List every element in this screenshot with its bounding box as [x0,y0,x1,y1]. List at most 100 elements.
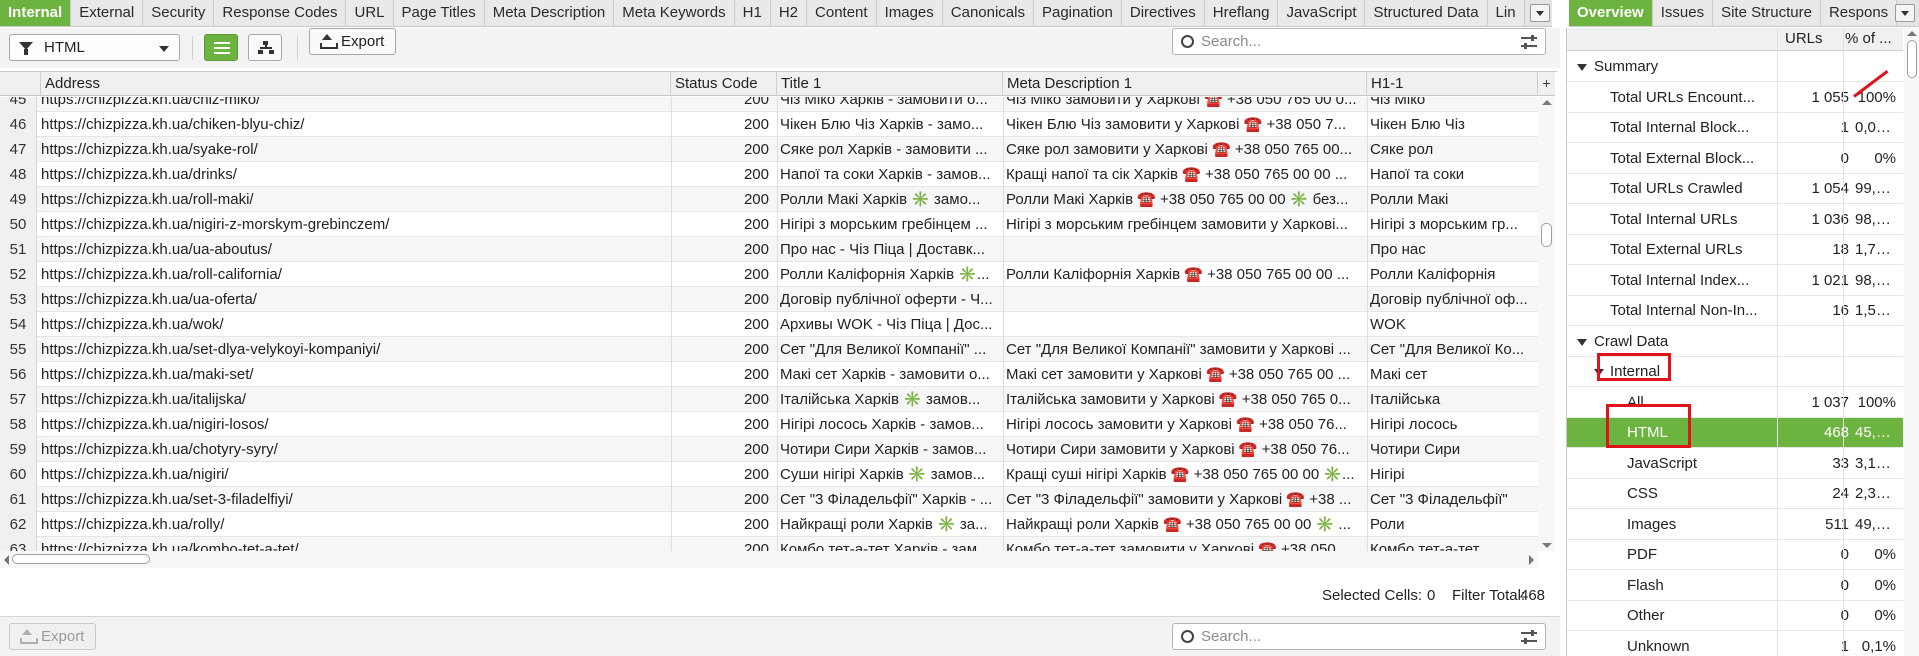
list-view-button[interactable] [204,34,238,61]
column-header-percent[interactable]: % of ... [1845,30,1892,47]
table-row[interactable]: 62 https://chizpizza.kh.ua/rolly/200 Найкр… [0,512,1538,537]
tab-directives[interactable]: Directives [1121,0,1205,26]
overview-row-crawl-data[interactable]: Crawl Data [1567,327,1903,357]
table-row[interactable]: 48 https://chizpizza.kh.ua/drinks/200 Напо… [0,162,1538,187]
overview-row-total-internal-index[interactable]: Total Internal Index... 1 021 98,46% [1567,266,1903,296]
tab-lin[interactable]: Lin [1487,0,1525,26]
side-tab-issues[interactable]: Issues [1652,0,1714,26]
more-tabs-dropdown[interactable] [1530,4,1550,22]
overview-row-javascript[interactable]: JavaScript 33 3,18% [1567,449,1903,479]
side-more-tabs-dropdown[interactable] [1895,4,1915,22]
tab-images[interactable]: Images [876,0,943,26]
tab-url[interactable]: URL [346,0,394,26]
column-header-h1[interactable]: H1-1 [1367,72,1538,96]
table-row[interactable]: 57 https://chizpizza.kh.ua/italijska/200 І… [0,387,1538,412]
search-options-icon[interactable] [1521,630,1537,644]
search-input[interactable] [1201,32,1503,51]
tab-hreflang[interactable]: Hreflang [1204,0,1279,26]
column-header-status-code[interactable]: Status Code [671,72,777,96]
tab-security[interactable]: Security [143,0,215,26]
cell-address: https://chizpizza.kh.ua/roll-california/ [41,266,282,283]
bottom-search-box[interactable] [1172,623,1546,650]
table-row[interactable]: 56 https://chizpizza.kh.ua/maki-set/200 Ма… [0,362,1538,387]
tab-meta-keywords[interactable]: Meta Keywords [614,0,735,26]
tab-canonicals[interactable]: Canonicals [942,0,1034,26]
tab-response-codes[interactable]: Response Codes [214,0,347,26]
overview-row-total-external-block[interactable]: Total External Block... 0 0% [1567,144,1903,174]
overview-row-unknown[interactable]: Unknown 1 0,1% [1567,632,1903,656]
scroll-left-icon[interactable] [4,555,9,565]
search-box[interactable] [1172,28,1546,55]
scroll-right-icon[interactable] [1529,555,1534,565]
side-tab-overview[interactable]: Overview [1569,0,1653,26]
table-row[interactable]: 45 https://chizpizza.kh.ua/chiz-miko/200 Ч… [0,97,1538,112]
overview-row-all[interactable]: All 1 037 100% [1567,388,1903,418]
table-row[interactable]: 47 https://chizpizza.kh.ua/syake-rol/200 С… [0,137,1538,162]
add-column-button[interactable]: + [1538,72,1555,96]
table-row[interactable]: 63 https://chizpizza.kh.ua/kombo-tet-a-te… [0,537,1538,551]
side-tab-site-structure[interactable]: Site Structure [1713,0,1821,26]
table-row[interactable]: 61 https://chizpizza.kh.ua/set-3-filadelf… [0,487,1538,512]
bottom-search-input[interactable] [1201,627,1503,646]
tab-content[interactable]: Content [807,0,877,26]
scroll-thumb[interactable] [1907,40,1917,78]
column-header-meta-description[interactable]: Meta Description 1 [1003,72,1367,96]
tab-page-titles[interactable]: Page Titles [393,0,485,26]
tab-pagination[interactable]: Pagination [1033,0,1122,26]
table-row[interactable]: 46 https://chizpizza.kh.ua/chiken-blyu-ch… [0,112,1538,137]
tab-h1[interactable]: H1 [734,0,771,26]
scroll-up-icon[interactable] [1907,31,1917,36]
overview-row-total-urls-crawled[interactable]: Total URLs Crawled 1 054 99,91% [1567,174,1903,204]
scroll-thumb[interactable] [1541,223,1552,247]
overview-row-internal[interactable]: Internal [1567,357,1903,387]
horizontal-scroll-thumb[interactable] [12,554,150,564]
table-horizontal-scrollbar[interactable] [0,551,1538,568]
table-row[interactable]: 51 https://chizpizza.kh.ua/ua-aboutus/200… [0,237,1538,262]
cell-title: Чіз Міко Харків - замовити о... [780,97,988,108]
expand-triangle-icon[interactable] [1577,338,1587,346]
filter-dropdown[interactable]: HTML [9,34,180,61]
overview-row-flash[interactable]: Flash 0 0% [1567,571,1903,601]
table-row[interactable]: 59 https://chizpizza.kh.ua/chotyry-syry/2… [0,437,1538,462]
export-button[interactable]: Export [309,28,396,55]
table-row[interactable]: 50 https://chizpizza.kh.ua/nigiri-z-morsk… [0,212,1538,237]
table-row[interactable]: 49 https://chizpizza.kh.ua/roll-maki/200 Р… [0,187,1538,212]
expand-triangle-icon[interactable] [1594,369,1604,376]
overview-row-images[interactable]: Images51149,28% [1567,510,1903,540]
tab-h2[interactable]: H2 [770,0,808,26]
overview-row-css[interactable]: CSS 24 2,31% [1567,479,1903,509]
tab-internal[interactable]: Internal [0,0,72,26]
expand-triangle-icon[interactable] [1577,64,1587,71]
tab-external[interactable]: External [71,0,144,26]
bottom-export-button[interactable]: Export [9,623,96,650]
table-body: 45 https://chizpizza.kh.ua/chiz-miko/200 Ч… [0,97,1538,551]
overview-row-html[interactable]: HTML46845,13% [1567,418,1903,448]
scroll-up-icon[interactable] [1542,100,1552,105]
table-row[interactable]: 52 https://chizpizza.kh.ua/roll-californi… [0,262,1538,287]
overview-row-total-internal-non-in[interactable]: Total Internal Non-In... 16 1,54% [1567,296,1903,326]
search-options-icon[interactable] [1521,35,1537,49]
table-row[interactable]: 53 https://chizpizza.kh.ua/ua-oferta/200 Д… [0,287,1538,312]
table-vertical-scrollbar[interactable] [1538,97,1555,551]
column-header-title[interactable]: Title 1 [777,72,1003,96]
tab-structured-data[interactable]: Structured Data [1365,0,1488,26]
side-tab-respons[interactable]: Respons [1820,0,1898,26]
overview-row-total-urls-encount[interactable]: Total URLs Encount... 1 055 100% [1567,83,1903,113]
table-row[interactable]: 55 https://chizpizza.kh.ua/set-dlya-velyk… [0,337,1538,362]
tree-view-button[interactable] [248,34,282,61]
overview-row-pdf[interactable]: PDF 0 0% [1567,540,1903,570]
tab-meta-description[interactable]: Meta Description [484,0,615,26]
overview-row-other[interactable]: Other 0 0% [1567,601,1903,631]
overview-row-total-internal-block[interactable]: Total Internal Block... 1 0,09% [1567,113,1903,143]
table-row[interactable]: 54 https://chizpizza.kh.ua/wok/200 Архивы … [0,312,1538,337]
table-row[interactable]: 60 https://chizpizza.kh.ua/nigiri/200 Суши… [0,462,1538,487]
tab-javascript[interactable]: JavaScript [1278,0,1366,26]
overview-row-total-external-urls[interactable]: Total External URLs 18 1,71% [1567,235,1903,265]
column-header-urls[interactable]: URLs [1785,30,1823,47]
scroll-down-icon[interactable] [1542,543,1552,548]
overview-row-summary[interactable]: Summary [1567,52,1903,82]
table-row[interactable]: 58 https://chizpizza.kh.ua/nigiri-losos/2… [0,412,1538,437]
overview-row-total-internal-urls[interactable]: Total Internal URLs 1 036 98,29% [1567,205,1903,235]
column-header-address[interactable]: Address [41,72,671,96]
overview-vertical-scrollbar[interactable] [1904,28,1919,656]
